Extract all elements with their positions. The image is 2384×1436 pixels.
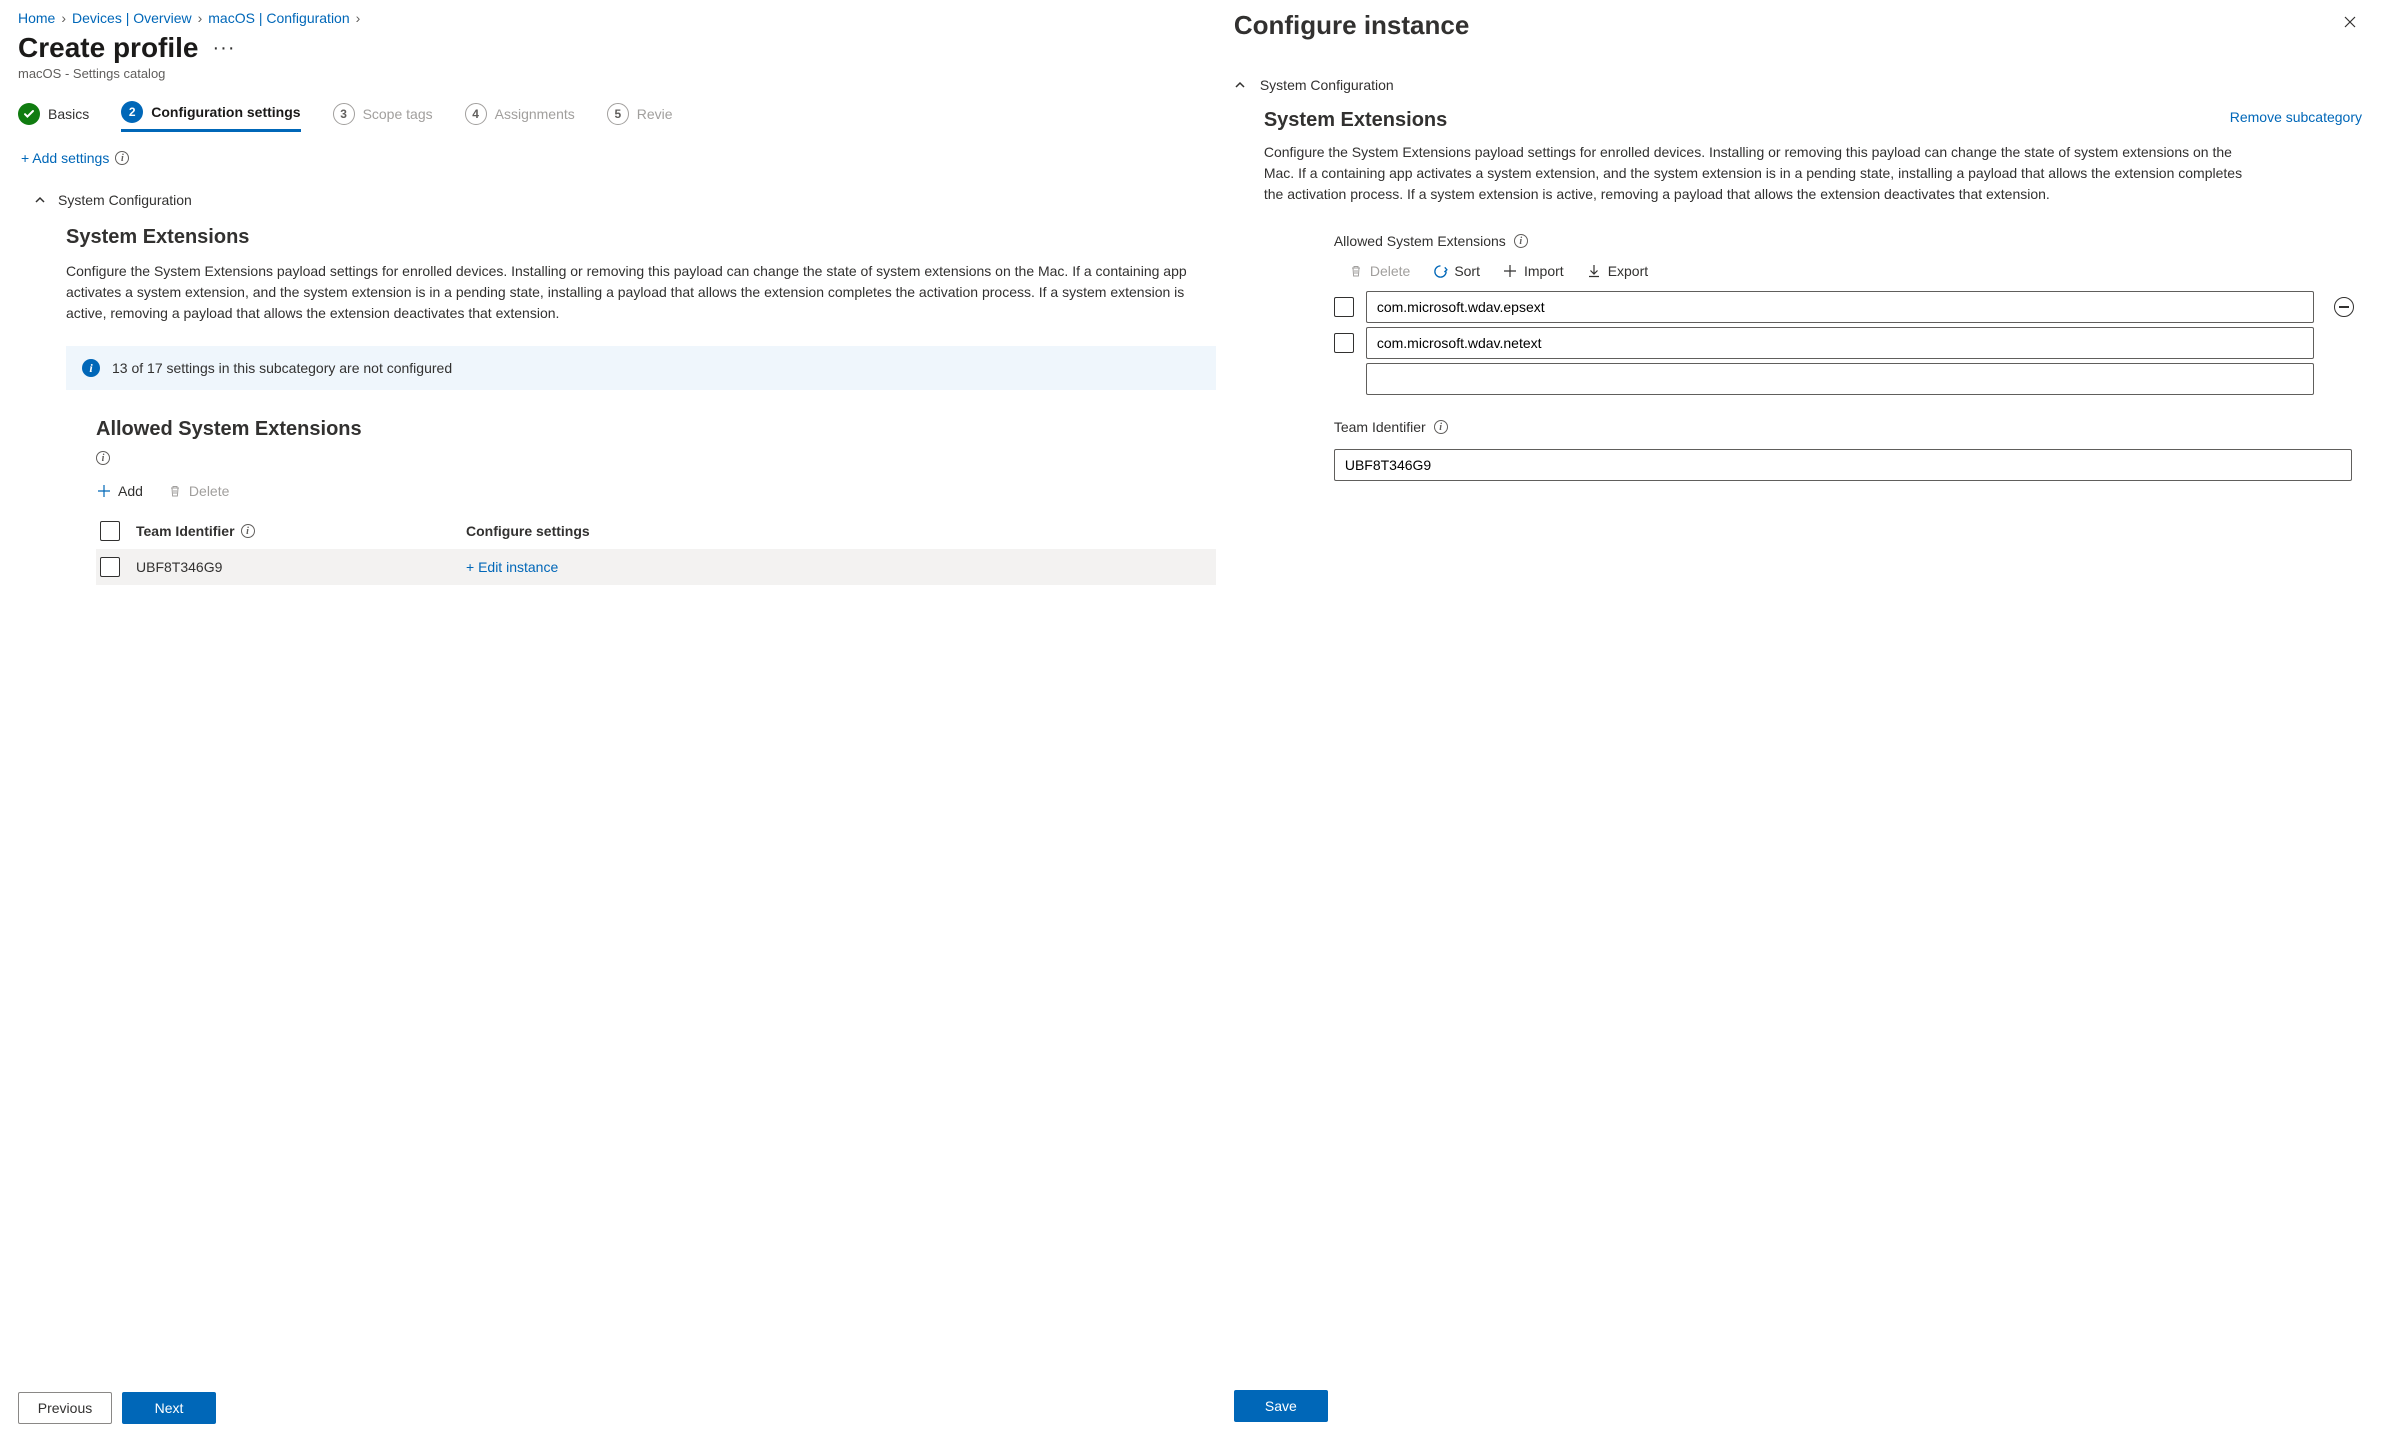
wizard-steps: Basics 2 Configuration settings 3 Scope … [18, 101, 1216, 132]
list-item-checkbox[interactable] [1334, 297, 1354, 317]
subsection-title-system-extensions: System Extensions [66, 226, 1204, 249]
chevron-up-icon [1234, 79, 1246, 91]
breadcrumb-item-home[interactable]: Home [18, 10, 55, 26]
trash-icon [167, 483, 183, 499]
wizard-step-review[interactable]: 5 Revie [607, 103, 673, 131]
toolbar-label: Sort [1454, 263, 1480, 279]
save-button[interactable]: Save [1234, 1390, 1328, 1422]
wizard-step-label: Scope tags [363, 106, 433, 122]
list-item-checkbox[interactable] [1334, 333, 1354, 353]
wizard-step-scope-tags[interactable]: 3 Scope tags [333, 103, 433, 131]
team-id-input[interactable] [1334, 449, 2352, 481]
panel-description: Configure the System Extensions payload … [1234, 142, 2362, 205]
plus-icon [1502, 263, 1518, 279]
delete-button[interactable]: Delete [167, 483, 229, 499]
panel-subsection-title: System Extensions [1264, 109, 1447, 132]
check-icon [18, 103, 40, 125]
info-icon[interactable]: i [96, 451, 110, 465]
column-header-team-id[interactable]: Team Identifier [136, 523, 235, 539]
sort-icon [1432, 263, 1448, 279]
close-button[interactable] [2338, 10, 2362, 34]
panel-title: Configure instance [1234, 10, 1469, 41]
breadcrumb: Home › Devices | Overview › macOS | Conf… [18, 10, 1216, 26]
list-export-button[interactable]: Export [1586, 263, 1648, 279]
row-checkbox[interactable] [100, 557, 120, 577]
step-number-icon: 3 [333, 103, 355, 125]
download-icon [1586, 263, 1602, 279]
wizard-step-label: Revie [637, 106, 673, 122]
column-header-configure: Configure settings [466, 523, 590, 539]
panel-section-label: System Configuration [1260, 77, 1394, 93]
add-settings-button[interactable]: + Add settings i [21, 150, 1216, 166]
previous-button[interactable]: Previous [18, 1392, 112, 1424]
wizard-step-assignments[interactable]: 4 Assignments [465, 103, 575, 131]
table-row: UBF8T346G9 + Edit instance [96, 549, 1216, 585]
section-header-system-config[interactable]: System Configuration [34, 192, 1216, 208]
page-title: Create profile [18, 32, 199, 64]
chevron-right-icon: › [61, 10, 66, 26]
toolbar-label: Delete [189, 483, 229, 499]
wizard-step-configuration[interactable]: 2 Configuration settings [121, 101, 300, 132]
chevron-up-icon [34, 194, 46, 206]
chevron-right-icon: › [356, 10, 361, 26]
toolbar-label: Import [1524, 263, 1564, 279]
list-sort-button[interactable]: Sort [1432, 263, 1480, 279]
extension-id-input[interactable] [1366, 327, 2314, 359]
panel-section-header[interactable]: System Configuration [1234, 77, 2362, 93]
wizard-step-label: Basics [48, 106, 89, 122]
list-import-button[interactable]: Import [1502, 263, 1564, 279]
team-id-label: Team Identifier [1334, 419, 1426, 435]
add-settings-label: + Add settings [21, 150, 109, 166]
info-icon[interactable]: i [241, 524, 255, 538]
plus-icon [96, 483, 112, 499]
wizard-step-label: Assignments [495, 106, 575, 122]
page-subtitle: macOS - Settings catalog [18, 66, 1216, 81]
subsection-description: Configure the System Extensions payload … [66, 261, 1204, 324]
step-number-icon: 2 [121, 101, 143, 123]
remove-subcategory-link[interactable]: Remove subcategory [2230, 109, 2362, 125]
add-button[interactable]: Add [96, 483, 143, 499]
list-item [1334, 363, 2362, 395]
section-header-label: System Configuration [58, 192, 192, 208]
extension-id-input[interactable] [1366, 291, 2314, 323]
allowed-extensions-title: Allowed System Extensions [96, 418, 1216, 441]
info-icon: i [82, 359, 100, 377]
breadcrumb-item-macos[interactable]: macOS | Configuration [208, 10, 349, 26]
step-number-icon: 5 [607, 103, 629, 125]
toolbar-label: Export [1608, 263, 1648, 279]
list-item [1334, 327, 2362, 359]
next-button[interactable]: Next [122, 1392, 216, 1424]
list-delete-button[interactable]: Delete [1348, 263, 1410, 279]
select-all-checkbox[interactable] [100, 521, 120, 541]
chevron-right-icon: › [198, 10, 203, 26]
cell-team-id: UBF8T346G9 [136, 559, 466, 575]
breadcrumb-item-devices[interactable]: Devices | Overview [72, 10, 192, 26]
toolbar-label: Delete [1370, 263, 1410, 279]
wizard-step-basics[interactable]: Basics [18, 103, 89, 131]
edit-instance-link[interactable]: + Edit instance [466, 559, 558, 575]
configure-instance-panel: Configure instance System Configuration … [1216, 0, 2384, 1436]
list-item [1334, 291, 2362, 323]
info-banner: i 13 of 17 settings in this subcategory … [66, 346, 1216, 390]
info-banner-text: 13 of 17 settings in this subcategory ar… [112, 360, 452, 376]
allowed-extensions-label: Allowed System Extensions [1334, 233, 1506, 249]
step-number-icon: 4 [465, 103, 487, 125]
info-icon[interactable]: i [1514, 234, 1528, 248]
toolbar-label: Add [118, 483, 143, 499]
wizard-step-label: Configuration settings [151, 104, 300, 120]
remove-item-button[interactable] [2334, 297, 2354, 317]
more-actions-button[interactable]: ··· [213, 43, 236, 53]
info-icon[interactable]: i [1434, 420, 1448, 434]
extension-id-input-empty[interactable] [1366, 363, 2314, 395]
info-icon[interactable]: i [115, 151, 129, 165]
trash-icon [1348, 263, 1364, 279]
